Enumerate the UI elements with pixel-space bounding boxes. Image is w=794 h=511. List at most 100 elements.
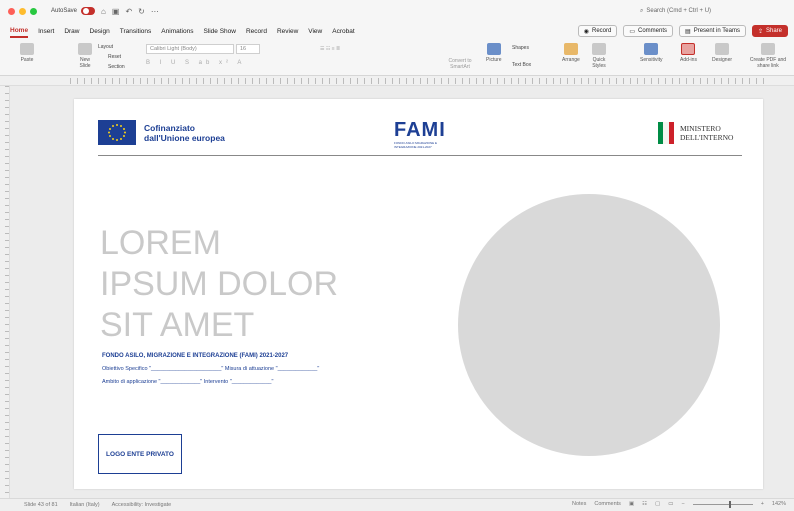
section-button[interactable]: Section xyxy=(108,64,125,70)
list-buttons[interactable]: ☰ ☷ ≡ ≣ xyxy=(320,46,340,52)
zoom-out-icon[interactable]: − xyxy=(681,501,684,507)
image-placeholder-circle[interactable] xyxy=(458,194,720,456)
language-indicator[interactable]: Italian (Italy) xyxy=(70,502,100,508)
ministero-line1: MINISTERO xyxy=(680,124,721,133)
powerpoint-window: AutoSave ⌂ ▣ ↶ ↻ ⋯ ⌕ Search (Cmd + Ctrl … xyxy=(0,0,794,511)
slide-sorter-icon[interactable]: ☷ xyxy=(642,501,647,507)
addins-icon xyxy=(681,43,696,55)
search-field[interactable]: ⌕ Search (Cmd + Ctrl + U) xyxy=(640,5,780,17)
shapes-button[interactable]: Shapes xyxy=(512,45,529,51)
comments-button[interactable]: ▭ Comments xyxy=(623,25,674,37)
convert-smartart-button[interactable]: Convert to SmartArt xyxy=(440,58,480,70)
ruler-ticks xyxy=(70,78,764,84)
tab-slide-show[interactable]: Slide Show xyxy=(203,26,236,37)
status-left: Slide 43 of 81 Italian (Italy) Accessibi… xyxy=(24,502,171,508)
addins-label: Add-ins xyxy=(680,57,697,63)
record-label: Record xyxy=(592,28,612,34)
redo-icon[interactable]: ↻ xyxy=(138,7,145,16)
arrange-icon xyxy=(563,43,578,55)
zoom-in-icon[interactable]: + xyxy=(761,501,764,507)
zoom-slider-knob[interactable] xyxy=(728,500,731,508)
autosave-toggle[interactable] xyxy=(81,7,96,15)
tab-review[interactable]: Review xyxy=(277,26,298,37)
status-right: Notes Comments ▣ ☷ ▢ ▭ − + 142% xyxy=(572,500,786,508)
fami-logo-subtitle: FONDO ASILO MIGRAZIONE E INTEGRAZIONE 20… xyxy=(394,141,438,149)
eu-text-line1: Cofinanziato xyxy=(144,122,195,133)
comments-status-button[interactable]: Comments xyxy=(594,501,621,507)
zoom-slider[interactable] xyxy=(692,500,753,508)
eu-text: Cofinanziato dall'Unione europea xyxy=(144,123,225,143)
undo-icon[interactable]: ↶ xyxy=(125,7,132,16)
tab-animations[interactable]: Animations xyxy=(161,26,193,37)
present-label: Present in Teams xyxy=(693,28,740,34)
designer-button[interactable]: Designer xyxy=(712,43,732,63)
tab-design[interactable]: Design xyxy=(90,26,110,37)
fami-logo-text: FAMI xyxy=(394,119,446,141)
tab-view[interactable]: View xyxy=(308,26,322,37)
vertical-ruler[interactable] xyxy=(0,86,10,498)
arrange-label: Arrange xyxy=(562,57,580,63)
slide-title-placeholder[interactable]: LOREM IPSUM DOLOR SIT AMET xyxy=(100,223,338,346)
layout-button[interactable]: Layout xyxy=(98,44,113,50)
private-entity-logo-placeholder[interactable]: LOGO ENTE PRIVATO xyxy=(98,434,182,474)
eu-flag-icon xyxy=(98,120,136,145)
close-window-button[interactable] xyxy=(8,7,15,15)
share-button[interactable]: ⇪ Share xyxy=(751,25,788,37)
home-icon[interactable]: ⌂ xyxy=(101,7,106,16)
paste-button[interactable]: Paste xyxy=(20,43,34,63)
record-button[interactable]: ◉ Record xyxy=(577,25,618,37)
save-icon[interactable]: ▣ xyxy=(112,7,120,16)
field-row-scope[interactable]: Ambito di applicazione "_____________" I… xyxy=(102,379,273,385)
text-format-buttons[interactable]: B I U S ab x² A xyxy=(146,60,245,66)
ministero-text: MINISTERO DELL'INTERNO xyxy=(680,124,733,142)
sensitivity-button[interactable]: Sensitivity xyxy=(640,43,663,63)
create-pdf-button[interactable]: Create PDF and share link xyxy=(748,43,788,69)
horizontal-ruler[interactable] xyxy=(0,76,794,86)
designer-label: Designer xyxy=(712,57,733,63)
eu-cofinanced-logo: Cofinanziato dall'Unione europea xyxy=(98,120,225,145)
ribbon-home: Paste New Slide Layout Reset Section Cal… xyxy=(0,40,794,76)
pdf-icon xyxy=(761,43,775,55)
autosave-label: AutoSave xyxy=(51,8,78,14)
italian-flag-icon xyxy=(658,122,674,144)
create-pdf-label: Create PDF and share link xyxy=(749,57,787,69)
tab-home[interactable]: Home xyxy=(10,25,29,38)
arrange-button[interactable]: Arrange xyxy=(562,43,580,63)
addins-button[interactable]: Add-ins xyxy=(680,43,697,63)
tab-insert[interactable]: Insert xyxy=(38,26,54,37)
search-placeholder: Search (Cmd + Ctrl + U) xyxy=(646,8,712,14)
tab-draw[interactable]: Draw xyxy=(64,26,79,37)
normal-view-icon[interactable]: ▣ xyxy=(629,501,634,507)
reset-button[interactable]: Reset xyxy=(108,54,121,60)
header-divider xyxy=(98,155,742,156)
fondo-title[interactable]: FONDO ASILO, MIGRAZIONE E INTEGRAZIONE (… xyxy=(102,353,288,359)
minimize-window-button[interactable] xyxy=(19,7,26,15)
fami-logo: FAMI FONDO ASILO MIGRAZIONE E INTEGRAZIO… xyxy=(394,119,450,149)
tab-acrobat[interactable]: Acrobat xyxy=(332,26,354,37)
slide-canvas[interactable]: Cofinanziato dall'Unione europea FAMI FO… xyxy=(74,99,763,489)
font-size-select[interactable]: 16 xyxy=(236,44,260,54)
tab-transitions[interactable]: Transitions xyxy=(120,26,152,37)
ministero-logo: MINISTERO DELL'INTERNO xyxy=(658,122,733,144)
window-controls xyxy=(8,7,37,15)
notes-button[interactable]: Notes xyxy=(572,501,586,507)
zoom-window-button[interactable] xyxy=(30,7,37,15)
quick-styles-label: Quick Styles xyxy=(592,57,606,69)
eu-text-line2: dall'Unione europea xyxy=(144,132,225,143)
new-slide-button[interactable]: New Slide xyxy=(74,43,96,69)
quick-styles-button[interactable]: Quick Styles xyxy=(588,43,610,69)
text-box-button[interactable]: Text Box xyxy=(512,62,531,68)
comment-icon: ▭ xyxy=(629,28,636,35)
accessibility-status[interactable]: Accessibility: Investigate xyxy=(112,502,172,508)
picture-icon xyxy=(486,43,501,55)
reading-view-icon[interactable]: ▢ xyxy=(655,501,660,507)
present-in-teams-button[interactable]: ▤ Present in Teams xyxy=(679,25,746,37)
field-row-objective[interactable]: Obiettivo Specifico "___________________… xyxy=(102,366,319,372)
font-name-select[interactable]: Calibri Light (Body) xyxy=(146,44,234,54)
quick-styles-icon xyxy=(592,43,606,55)
slideshow-icon[interactable]: ▭ xyxy=(668,501,673,507)
more-icon[interactable]: ⋯ xyxy=(151,7,159,16)
tab-record[interactable]: Record xyxy=(246,26,267,37)
zoom-level[interactable]: 142% xyxy=(772,501,786,507)
picture-button[interactable]: Picture xyxy=(486,43,502,63)
